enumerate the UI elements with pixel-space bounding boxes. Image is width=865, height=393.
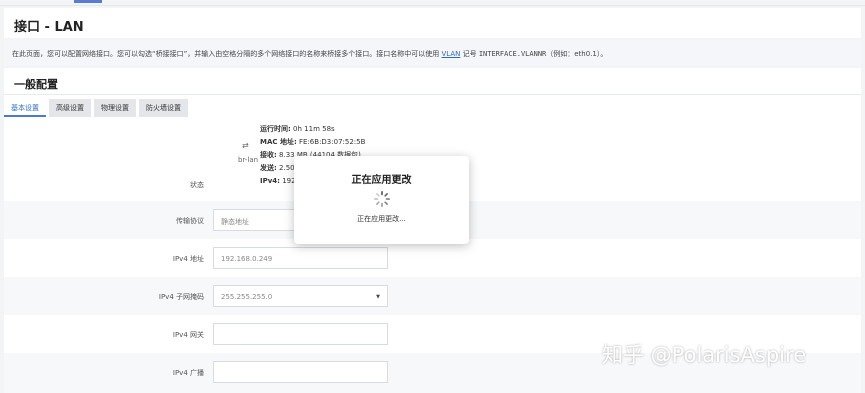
ipv4-netmask-label: IPv4 子网掩码 bbox=[158, 293, 204, 301]
active-nav-indicator bbox=[74, 0, 102, 3]
status-label: 状态 bbox=[190, 181, 204, 189]
page-description: 在此页面，您可以配置网络接口。您可以勾选“桥接接口”，并输入由空格分隔的多个网络… bbox=[4, 40, 861, 66]
ipv4-address-input[interactable]: 192.168.0.249 bbox=[213, 247, 388, 269]
ipv4-broadcast-input[interactable] bbox=[213, 361, 388, 383]
tab-basic[interactable]: 基本设置 bbox=[4, 99, 46, 117]
ipv4-address-label: IPv4 地址 bbox=[172, 255, 204, 263]
tab-physical[interactable]: 物理设置 bbox=[94, 99, 136, 117]
config-tabs: 基本设置 高级设置 物理设置 防火墙设置 bbox=[4, 99, 188, 117]
modal-title: 正在应用更改 bbox=[351, 175, 412, 186]
network-interface-icon: ⇄ bbox=[242, 141, 249, 150]
ipv4-netmask-row: IPv4 子网掩码 255.255.255.0 ▼ bbox=[4, 277, 861, 315]
vlan-link[interactable]: VLAN bbox=[441, 50, 460, 58]
watermark-text: 知乎 @PolarisAspire bbox=[602, 343, 807, 367]
modal-message: 正在应用更改... bbox=[357, 215, 406, 223]
page-header: 接口 - LAN bbox=[4, 8, 861, 38]
ipv4-gateway-label: IPv4 网关 bbox=[172, 331, 204, 339]
section-title: 一般配置 bbox=[14, 78, 58, 91]
device-name: br-lan bbox=[238, 156, 259, 164]
ipv4-broadcast-label: IPv4 广播 bbox=[172, 369, 204, 377]
divider bbox=[4, 94, 861, 95]
loading-spinner-icon bbox=[373, 190, 391, 208]
status-line-uptime: 运行时间: 0h 11m 58s bbox=[260, 125, 335, 133]
top-nav-bar bbox=[0, 0, 865, 6]
ipv4-gateway-input[interactable] bbox=[213, 323, 388, 345]
ipv4-address-row: IPv4 地址 192.168.0.249 bbox=[4, 239, 861, 277]
tab-firewall[interactable]: 防火墙设置 bbox=[139, 99, 188, 117]
tab-advanced[interactable]: 高级设置 bbox=[49, 99, 91, 117]
ipv4-netmask-select[interactable]: 255.255.255.0 ▼ bbox=[213, 285, 388, 307]
page-title: 接口 - LAN bbox=[14, 20, 84, 35]
applying-changes-modal: 正在应用更改 正在应用更改... bbox=[294, 156, 469, 244]
chevron-down-icon: ▼ bbox=[376, 294, 380, 300]
status-line-mac: MAC 地址: FE:6B:D3:07:52:5B bbox=[260, 138, 366, 146]
protocol-label: 传输协议 bbox=[176, 217, 204, 225]
